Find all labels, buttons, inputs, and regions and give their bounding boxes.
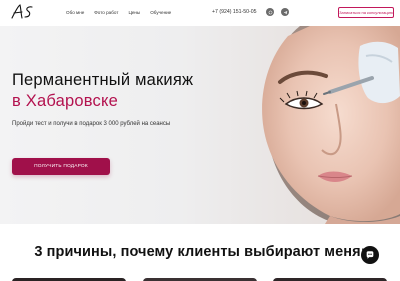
- logo-mark: [11, 4, 33, 19]
- get-gift-button[interactable]: ПОЛУЧИТЬ ПОДАРОК: [12, 158, 110, 175]
- whatsapp-icon[interactable]: [266, 8, 274, 16]
- hero-title-line2: в Хабаровске: [12, 92, 118, 110]
- hero-title: Перманентный макияж в Хабаровске: [12, 70, 193, 112]
- reasons-title: 3 причины, почему клиенты выбирают меня:: [34, 244, 366, 260]
- nav-item-training[interactable]: Обучение: [150, 10, 171, 15]
- site-header: AS Обо мне Фото работ Цены Обучение +7 (…: [0, 0, 400, 26]
- phone-link[interactable]: +7 (924) 151-50-05: [212, 9, 257, 15]
- hero-title-line1: Перманентный макияж: [12, 71, 194, 89]
- hero-section: Перманентный макияж в Хабаровске Пройди …: [0, 26, 400, 224]
- nav-item-prices[interactable]: Цены: [128, 10, 140, 15]
- main-nav: Обо мне Фото работ Цены Обучение: [66, 10, 171, 15]
- chat-icon[interactable]: [361, 246, 379, 264]
- nav-item-portfolio[interactable]: Фото работ: [94, 10, 118, 15]
- consultation-button[interactable]: Записаться на консультацию: [338, 7, 394, 18]
- hero-subtitle: Пройди тест и получи в подарок 3 000 руб…: [12, 121, 171, 127]
- telegram-icon[interactable]: [281, 8, 289, 16]
- nav-item-about[interactable]: Обо мне: [66, 10, 84, 15]
